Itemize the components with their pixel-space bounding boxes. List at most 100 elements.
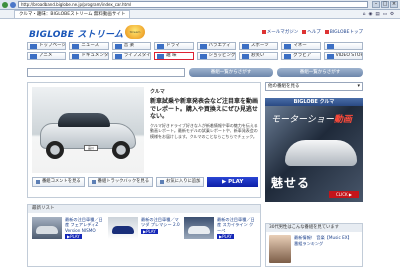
promo-car-image (285, 140, 357, 166)
car-wheel-front (46, 141, 64, 159)
category-icon (326, 43, 334, 49)
comments-button[interactable]: 番組コメントを見る (32, 177, 85, 187)
latest-list-header: 最新リスト (28, 205, 260, 213)
stream-badge-icon: Stream (125, 25, 145, 39)
list-thumbnail[interactable] (184, 217, 214, 239)
featured-actions: 番組コメントを見る 番組トラックバックを見る お気に入りに追加 ▶ PLAY (32, 177, 258, 187)
category-tab-2[interactable]: 音 楽 (111, 42, 152, 50)
header-link-mailmagazine[interactable]: メールマガジン (262, 29, 299, 35)
featured-car-image[interactable]: 品川 (32, 87, 144, 173)
list-item-title[interactable]: 最新の注目車種／マツダ プレマシー 2.0 (141, 217, 180, 228)
star-icon (160, 180, 165, 184)
category-tab-10[interactable]: ライフスタイル (111, 52, 152, 60)
feed-icon[interactable]: ◉ (368, 12, 372, 17)
page-icon[interactable]: ▭ (383, 12, 387, 17)
favorite-label: お気に入りに追加 (166, 179, 201, 184)
search-row: 番組一覧からさがす 番組一覧からさがす (27, 68, 363, 77)
featured-lead: 新車試乗や新車発表会など注目車を動画でレポート。購入や買換えにぜひ見逃せない。 (150, 98, 259, 120)
featured-program: 品川 クルマ 新車試乗や新車発表会など注目車を動画でレポート。購入や買換えにぜひ… (27, 82, 261, 198)
category-tab-8[interactable]: アニメ (27, 52, 67, 60)
category-icon (284, 53, 292, 59)
trackback-button[interactable]: 番組トラックバックを見る (87, 177, 154, 187)
search-button-1[interactable]: 番組一覧からさがす (189, 68, 273, 77)
category-icon (241, 53, 249, 59)
category-tab-6[interactable]: マネー (281, 42, 321, 50)
category-label: トップページ (39, 43, 66, 48)
address-input[interactable]: http://broadband.biglobe.ne.jp/program/i… (18, 1, 368, 8)
promo-tag-text: モーターショー (271, 115, 334, 125)
category-label: マネー (293, 43, 307, 48)
category-label: お笑い (250, 53, 265, 58)
list-play-button[interactable]: ▶PLAY (65, 234, 82, 240)
category-label: スポーツ (250, 43, 269, 48)
thumb-car (188, 226, 210, 234)
close-icon[interactable]: × (390, 1, 398, 8)
category-tab-7[interactable] (323, 42, 363, 50)
promo-header[interactable]: BIGLOBE クルマ (265, 98, 363, 106)
recommendation-title[interactable]: 最新情報！ 音楽【Music EX】 (294, 235, 352, 241)
featured-description: クルマ好きドライブ好きな人が新着情報や車の魅力を伝える動画レポート。最新モデルの… (150, 123, 258, 139)
recommendation-subtitle[interactable]: 番組ランキング (294, 241, 352, 247)
trackback-icon (91, 180, 96, 184)
other-programs-select[interactable]: 他の番組を見る (265, 82, 363, 91)
list-thumbnail[interactable] (108, 217, 138, 239)
favorite-button[interactable]: お気に入りに追加 (156, 177, 205, 187)
print-icon[interactable]: ▤ (375, 12, 379, 17)
category-tab-14[interactable]: グラビア (281, 52, 321, 60)
category-label: ショッピング (208, 53, 236, 58)
category-icon (114, 43, 122, 49)
tools-icon[interactable]: ⚙ (390, 12, 394, 17)
right-column: 他の番組を見る BIGLOBE クルマ モーターショー動画 魅せる CLICK … (265, 82, 363, 202)
category-icon (241, 43, 249, 49)
list-item[interactable]: 最新の注目車種／マツダ プレマシー 2.0 ▶PLAY (108, 217, 180, 240)
header-link-help[interactable]: ヘルプ (302, 29, 321, 35)
category-label: 趣 味 (166, 53, 177, 58)
category-label: ニュース (81, 43, 100, 48)
list-play-button[interactable]: ▶PLAY (217, 234, 234, 240)
list-item[interactable]: 最新の注目車種／日産 フェアレディZ Version NISMO ▶PLAY (32, 217, 104, 240)
site-logo[interactable]: BIGLOBE ストリーム (29, 27, 123, 40)
category-tab-11[interactable]: 趣 味 (154, 52, 194, 60)
play-button[interactable]: ▶ PLAY (207, 177, 258, 187)
category-label: ドラマ (166, 43, 180, 48)
category-tab-15[interactable]: VIDEO STORE (323, 52, 363, 60)
list-play-button[interactable]: ▶PLAY (141, 228, 158, 234)
maximize-icon[interactable]: □ (381, 1, 389, 8)
home-icon[interactable]: ⌂ (363, 12, 366, 17)
category-icon (157, 53, 165, 59)
category-tab-9[interactable]: ドキュメンタリー (69, 52, 109, 60)
category-icon (326, 53, 334, 59)
back-icon[interactable] (2, 1, 8, 8)
category-tab-12[interactable]: ショッピング (196, 52, 236, 60)
category-label: VIDEO STORE (335, 53, 362, 58)
browser-tab[interactable]: クルマ・趣味：BIGLOBEストリーム 無料動画サイト (14, 10, 131, 18)
category-label: グラビア (293, 53, 312, 58)
latest-list: 最新リスト 最新の注目車種／日産 フェアレディZ Version NISMO ▶P… (27, 204, 261, 267)
category-tab-3[interactable]: ドラマ (154, 42, 194, 50)
category-tab-1[interactable]: ニュース (69, 42, 109, 50)
comments-label: 番組コメントを見る (42, 179, 81, 184)
category-tab-4[interactable]: バラエティ (196, 42, 236, 50)
promo-banner[interactable]: モーターショー動画 魅せる CLICK ▶ (265, 106, 363, 202)
recommendation-item[interactable]: 最新情報！ 音楽【Music EX】 番組ランキング (266, 232, 362, 266)
list-thumbnail[interactable] (32, 217, 62, 239)
forward-icon[interactable] (10, 1, 16, 8)
list-item-title[interactable]: 最新の注目車種／日産 スカイライン クーペ (217, 217, 256, 233)
promo-click-button[interactable]: CLICK ▶ (329, 191, 359, 198)
category-icon (199, 53, 207, 59)
category-tab-0[interactable]: トップページ (27, 42, 67, 50)
category-label: ドキュメンタリー (81, 53, 109, 58)
minimize-icon[interactable]: – (372, 1, 380, 8)
window-controls: – □ × (371, 1, 398, 8)
category-tab-5[interactable]: スポーツ (238, 42, 279, 50)
list-item-title[interactable]: 最新の注目車種／日産 フェアレディZ Version NISMO (65, 217, 104, 233)
category-tab-13[interactable]: お笑い (238, 52, 279, 60)
promo-tag-accent: 動画 (333, 115, 352, 125)
car-wheel-rear (112, 141, 130, 159)
header-link-biglobe-top[interactable]: BIGLOBEトップ (325, 29, 363, 35)
search-input[interactable] (27, 68, 185, 77)
category-nav: トップページ ニュース 音 楽 ドラマ バラエティ スポーツ マネーアニメ ドキュメンタリー ラ… (27, 42, 363, 60)
list-item[interactable]: 最新の注目車種／日産 スカイライン クーペ ▶PLAY (184, 217, 256, 240)
recommendation-photo[interactable] (269, 235, 291, 263)
search-button-2[interactable]: 番組一覧からさがす (277, 68, 363, 77)
